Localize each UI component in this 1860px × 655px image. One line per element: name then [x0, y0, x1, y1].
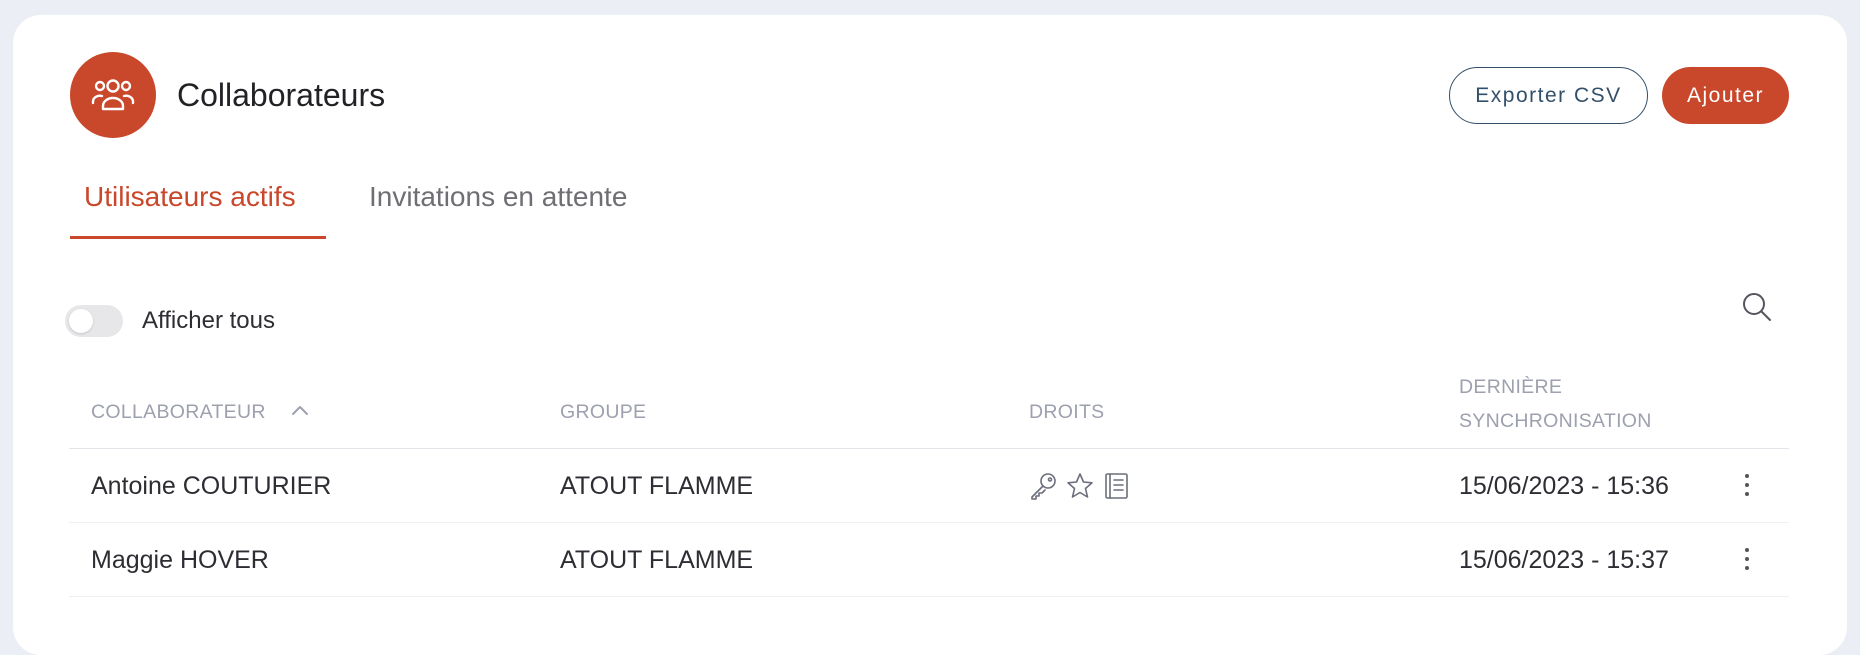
tab-active-users[interactable]: Utilisateurs actifs [84, 178, 296, 216]
show-all-label: Afficher tous [142, 307, 275, 334]
column-header-last-sync-line1[interactable]: DERNIÈRE [1459, 370, 1562, 404]
toggle-knob [69, 309, 93, 333]
collaborator-group: ATOUT FLAMME [560, 546, 754, 574]
sort-ascending-icon[interactable] [290, 403, 310, 417]
column-header-rights: DROITS [1029, 401, 1105, 423]
column-header-last-sync-line2[interactable]: SYNCHRONISATION [1459, 404, 1652, 438]
users-group-icon [70, 52, 156, 138]
search-icon[interactable] [1740, 290, 1774, 324]
row-divider [69, 596, 1789, 597]
rights-icons [1029, 471, 1131, 501]
last-sync-date: 15/06/2023 - 15:37 [1459, 546, 1669, 574]
page-title: Collaborateurs [177, 77, 386, 113]
show-all-toggle[interactable] [65, 305, 123, 337]
collaborator-name: Antoine COUTURIER [91, 472, 332, 500]
star-icon [1067, 473, 1093, 498]
last-sync-date: 15/06/2023 - 15:36 [1459, 472, 1669, 500]
key-icon [1031, 473, 1056, 500]
active-tab-indicator [70, 236, 326, 239]
collaborator-name: Maggie HOVER [91, 546, 269, 574]
more-options-icon[interactable] [1737, 541, 1757, 577]
add-button[interactable]: Ajouter [1662, 67, 1789, 124]
column-header-collaborator[interactable]: COLLABORATEUR [91, 395, 266, 429]
export-csv-button[interactable]: Exporter CSV [1449, 67, 1648, 124]
collaborator-group: ATOUT FLAMME [560, 472, 754, 500]
tab-pending-invitations[interactable]: Invitations en attente [369, 178, 627, 216]
table-row[interactable]: Maggie HOVER ATOUT FLAMME 15/06/2023 - 1… [69, 523, 1789, 597]
more-options-icon[interactable] [1737, 467, 1757, 503]
table-row[interactable]: Antoine COUTURIER ATOUT FLAMME 15/06/202… [69, 449, 1789, 523]
column-header-group[interactable]: GROUPE [560, 395, 646, 429]
book-icon [1105, 473, 1128, 499]
